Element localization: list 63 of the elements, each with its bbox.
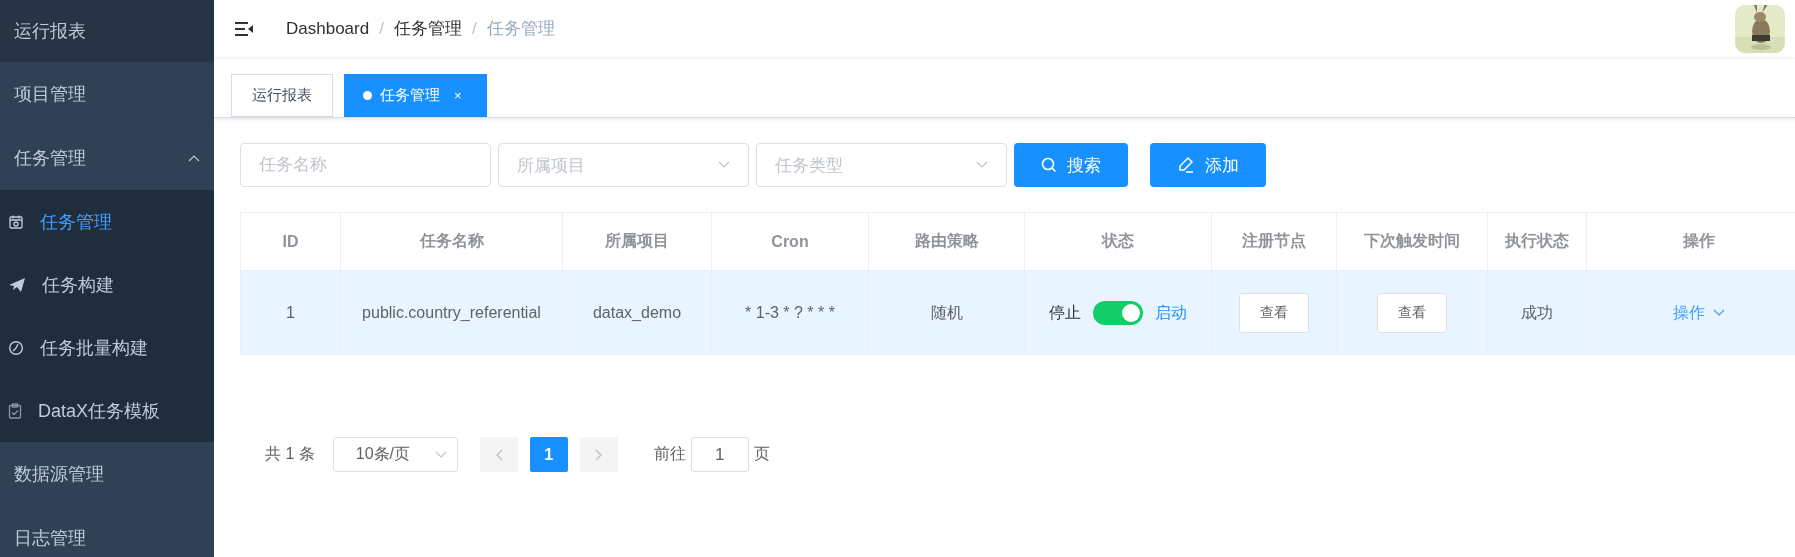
column-header: 下次触发时间 [1336,212,1488,271]
table-cell: public.country_referential [340,270,563,355]
tab[interactable]: 任务管理 × [344,74,487,117]
prev-page-button[interactable] [479,437,518,472]
view-button[interactable]: 查看 [1239,292,1309,333]
chevron-down-icon [718,161,730,169]
column-header: 执行状态 [1487,212,1587,271]
task-name-field[interactable]: 任务名称 [240,143,491,187]
goto-label: 前往 [653,444,686,464]
menu-fold-icon[interactable] [234,20,254,37]
tab[interactable]: 运行报表 [231,74,333,117]
breadcrumb-item: 任务管理 [486,18,555,40]
page-size-select[interactable]: 10条/页 [332,437,458,472]
paper-plane-icon [8,276,26,293]
breadcrumb-separator: / [379,18,384,39]
page-input[interactable]: 1 [690,437,749,472]
menu-label: 任务构建 [42,273,114,297]
menu-item[interactable]: 运行报表 [0,0,214,62]
gauge-icon [8,339,24,356]
breadcrumb-item[interactable]: Dashboard [286,18,370,39]
chevron-down-icon [976,161,988,169]
breadcrumb-item[interactable]: 任务管理 [393,17,462,40]
menu-label: 任务管理 [40,210,112,234]
clipboard-icon [8,402,22,419]
add-button[interactable]: 添加 [1150,143,1266,187]
table-cell: * 1-3 * ? * * * [711,270,869,355]
calendar-icon [8,213,24,230]
total-count: 共 1 条 [265,444,315,464]
table-cell: datax_demo [562,270,712,355]
column-header: 所属项目 [562,212,712,271]
page-suffix: 页 [753,444,770,464]
close-icon[interactable]: × [454,88,462,103]
breadcrumb-separator: / [471,18,477,39]
menu-label: 项目管理 [14,83,86,106]
next-page-button[interactable] [579,437,618,472]
column-header: 状态 [1024,212,1212,271]
column-header: Cron [711,212,869,271]
table-cell: 随机 [868,270,1025,355]
menu-label: 运行报表 [14,20,86,43]
toggle-switch[interactable] [1093,300,1143,325]
chevron-right-icon [594,448,603,461]
table-cell: 成功 [1487,270,1587,355]
menu-label: 日志管理 [14,527,86,550]
column-header: 操作 [1586,212,1795,271]
menu-label: 任务批量构建 [40,336,148,360]
page-button[interactable]: 1 [529,437,568,472]
chevron-down-icon [1712,308,1725,317]
column-header: 任务名称 [340,212,563,271]
table-cell: 1 [240,270,341,355]
column-header: 注册节点 [1211,212,1337,271]
search-icon [1041,157,1057,173]
pencil-icon [1177,156,1195,174]
menu-label: 任务管理 [14,147,86,170]
search-button[interactable]: 搜索 [1014,143,1128,187]
chevron-left-icon [494,448,503,461]
switch-label[interactable]: 停止 [1049,298,1081,327]
chevron-down-icon [434,450,447,459]
view-button[interactable]: 查看 [1377,292,1447,333]
active-dot-icon [363,91,372,100]
menu-label: DataX任务模板 [38,399,161,423]
column-header: 路由策略 [868,212,1025,271]
column-header: ID [240,212,341,271]
menu-label: 数据源管理 [14,463,104,486]
